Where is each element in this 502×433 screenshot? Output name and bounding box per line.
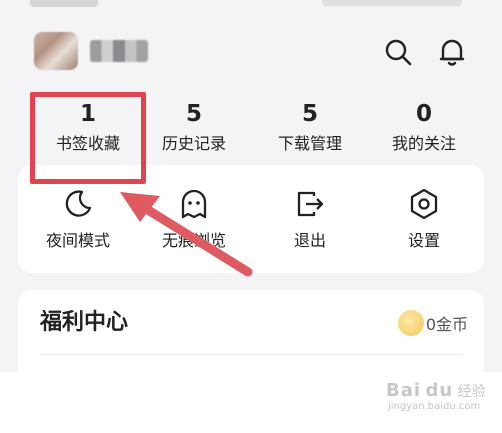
tool-incognito[interactable]: 无痕浏览 (136, 185, 252, 265)
moon-icon (20, 185, 136, 223)
tool-label: 无痕浏览 (161, 231, 226, 250)
coin-balance[interactable]: 0金币 (397, 310, 468, 336)
stat-value: 0 (415, 101, 432, 127)
divider (40, 354, 462, 355)
stat-follows[interactable]: 0 我的关注 (366, 96, 482, 168)
tool-settings[interactable]: 设置 (366, 185, 482, 265)
exit-icon (252, 185, 368, 223)
search-icon[interactable] (380, 34, 416, 70)
stat-label: 历史记录 (161, 134, 226, 153)
tool-exit[interactable]: 退出 (252, 185, 368, 265)
watermark-text: Bai (386, 380, 422, 401)
watermark-suffix: 经验 (457, 384, 486, 400)
stat-downloads[interactable]: 5 下载管理 (252, 96, 368, 168)
tool-label: 退出 (293, 231, 326, 250)
tool-label: 夜间模式 (45, 231, 110, 250)
stat-value: 5 (301, 101, 318, 127)
profile-header (0, 24, 502, 80)
ghost-icon (136, 185, 252, 223)
tool-night-mode[interactable]: 夜间模式 (20, 185, 136, 265)
tool-label: 设置 (407, 231, 440, 250)
stat-history[interactable]: 5 历史记录 (136, 96, 252, 168)
bell-icon[interactable] (434, 34, 470, 70)
avatar[interactable] (34, 32, 78, 70)
welfare-title: 福利中心 (40, 310, 129, 335)
watermark-url: jingyan.baidu.com (388, 401, 481, 412)
status-system-icons (322, 0, 462, 6)
status-bar (0, 0, 502, 14)
settings-icon (366, 185, 482, 223)
stat-label: 我的关注 (391, 134, 456, 153)
watermark-paw: du (425, 380, 454, 401)
stat-value: 5 (185, 101, 202, 127)
highlight-box (30, 92, 146, 184)
coin-text: 0金币 (425, 315, 468, 334)
stat-label: 下载管理 (277, 134, 342, 153)
watermark: Bai du 经验 jingyan.baidu.com (386, 380, 486, 426)
status-time (30, 0, 98, 7)
username[interactable] (90, 40, 148, 62)
coin-icon (397, 310, 424, 336)
